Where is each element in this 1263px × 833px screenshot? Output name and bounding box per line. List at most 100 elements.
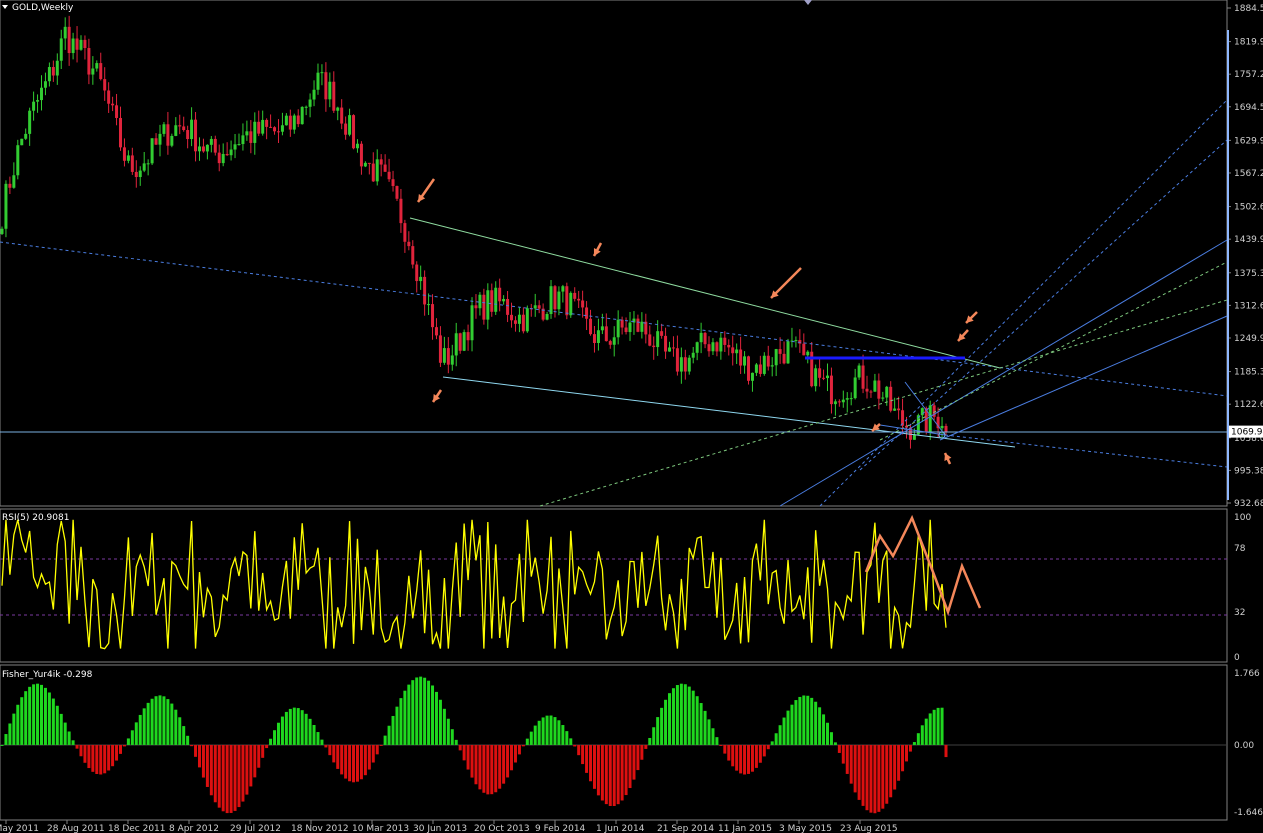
- candle-body: [427, 304, 431, 306]
- fisher-bar: [802, 695, 806, 745]
- fisher-bar: [36, 683, 40, 745]
- fisher-bar: [928, 713, 932, 745]
- candle-body: [197, 146, 201, 152]
- fisher-bar: [861, 744, 865, 806]
- fisher-bar: [328, 744, 332, 756]
- fisher-bar: [648, 737, 652, 745]
- candle-body: [328, 81, 332, 100]
- scroll-position-bar[interactable]: [1227, 30, 1229, 500]
- candle-body: [928, 405, 932, 432]
- fisher-bar: [482, 744, 486, 793]
- fisher-bar: [59, 713, 63, 745]
- time-tick-label: 1 May 2011: [0, 824, 39, 833]
- candle-body: [656, 331, 660, 348]
- candle-body: [644, 321, 648, 335]
- fisher-bar: [517, 744, 521, 755]
- candle-body: [849, 398, 853, 400]
- candle-body: [320, 72, 324, 74]
- fisher-bar: [431, 685, 435, 745]
- fisher-bar: [47, 692, 51, 745]
- candle-body: [802, 343, 806, 356]
- candle-body: [237, 144, 241, 146]
- candle-body: [699, 332, 703, 343]
- fisher-bar: [541, 717, 545, 745]
- fisher-bar: [174, 709, 178, 745]
- price-tick-label: 1439.98: [1234, 235, 1263, 245]
- fisher-bar: [569, 738, 573, 745]
- fisher-bar: [462, 744, 466, 761]
- candle-body: [486, 290, 490, 320]
- fisher-bar: [735, 744, 739, 771]
- fisher-bar: [549, 715, 553, 745]
- fisher-bar: [798, 696, 802, 745]
- price-tick-label: 1375.38: [1234, 269, 1263, 279]
- fisher-bar: [510, 744, 514, 771]
- fisher-bar: [312, 725, 316, 745]
- fisher-bar: [656, 717, 660, 745]
- fisher-bar: [225, 744, 229, 814]
- candle-body: [170, 135, 174, 146]
- fisher-bar: [529, 731, 533, 745]
- fisher-bar: [719, 744, 723, 746]
- candle-body: [241, 135, 245, 145]
- candle-body: [371, 163, 375, 182]
- candle-body: [316, 72, 320, 90]
- candle-body: [616, 319, 620, 338]
- candle-body: [711, 342, 715, 352]
- fisher-bar: [478, 744, 482, 790]
- time-tick-label: 29 Jul 2012: [230, 824, 281, 833]
- fisher-bar: [778, 725, 782, 745]
- fisher-bar: [565, 731, 569, 745]
- candle-body: [853, 377, 857, 399]
- fisher-bar: [292, 707, 296, 745]
- candle-body: [636, 318, 640, 332]
- candle-body: [450, 355, 454, 365]
- fisher-bar: [652, 727, 656, 745]
- fisher-bar: [399, 698, 403, 745]
- price-tick-label: 1249.98: [1234, 334, 1263, 344]
- candle-body: [0, 228, 4, 234]
- fisher-bar: [916, 733, 920, 745]
- fisher-bar: [446, 718, 450, 745]
- fisher-bar: [873, 744, 877, 814]
- candle-body: [470, 305, 474, 341]
- candle-body: [190, 119, 194, 140]
- fisher-bar: [367, 744, 371, 770]
- candle-body: [415, 264, 419, 282]
- fisher-bar: [660, 707, 664, 745]
- candle-body: [506, 298, 510, 315]
- fisher-bar: [371, 744, 375, 763]
- candle-body: [660, 331, 664, 336]
- candle-body: [458, 333, 462, 351]
- fisher-bar: [632, 744, 636, 780]
- fisher-bar: [616, 744, 620, 805]
- fisher-bar: [604, 744, 608, 805]
- candle-body: [355, 143, 359, 149]
- fisher-bar: [545, 715, 549, 745]
- fisher-bar: [612, 744, 616, 807]
- fisher-bar: [288, 708, 292, 745]
- time-tick-label: 30 Jun 2013: [413, 824, 467, 833]
- candle-body: [292, 115, 296, 130]
- candle-body: [174, 125, 178, 136]
- candle-body: [395, 186, 399, 199]
- candle-body: [589, 318, 593, 335]
- candle-body: [142, 163, 146, 171]
- candle-body: [332, 81, 336, 111]
- candle-body: [478, 294, 482, 309]
- fisher-bar: [415, 677, 419, 745]
- fisher-bar: [841, 744, 845, 764]
- candle-body: [225, 153, 229, 156]
- fisher-bar: [885, 744, 889, 804]
- fisher-bar: [845, 744, 849, 774]
- rsi-title: RSI(5) 20.9081: [2, 513, 69, 523]
- candle-body: [466, 332, 470, 341]
- fisher-bar: [197, 744, 201, 768]
- fisher-bar: [273, 730, 277, 745]
- candle-body: [209, 138, 213, 145]
- candle-body: [533, 305, 537, 309]
- fisher-bar: [178, 717, 182, 745]
- fisher-bar: [470, 744, 474, 778]
- fisher-bar: [91, 744, 95, 772]
- candle-body: [549, 286, 553, 314]
